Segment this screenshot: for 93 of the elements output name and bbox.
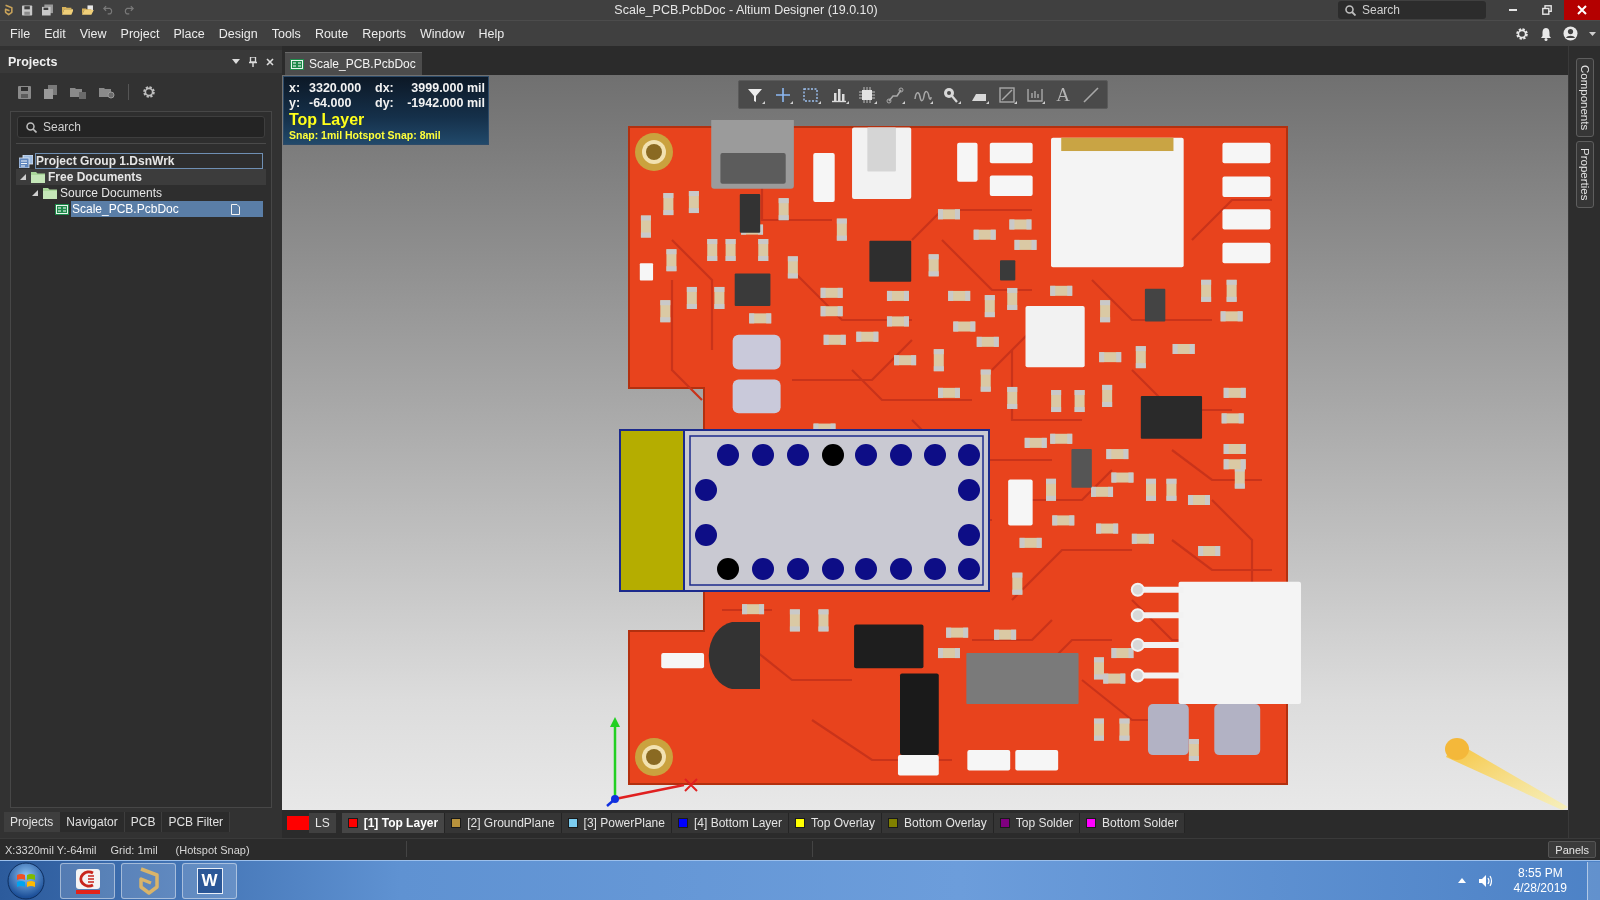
panel-tab[interactable]: PCB	[124, 812, 163, 832]
window-title: Scale_PCB.PcbDoc - Altium Designer (19.0.10)	[613, 3, 878, 17]
layer-tab[interactable]: [2] GroundPlane	[445, 813, 562, 833]
delta-value: dx: 3999.000 mil	[374, 81, 485, 96]
tree-item[interactable]: Project Group 1.DsnWrk	[35, 153, 263, 169]
layer-tab[interactable]: [3] PowerPlane	[561, 813, 672, 833]
tree-item[interactable]: Scale_PCB.PcbDoc	[71, 201, 263, 217]
menu-item[interactable]: Place	[166, 26, 212, 41]
app-emblem-icon	[73, 866, 102, 895]
close-icon	[1577, 5, 1587, 15]
panels-button[interactable]: Panels	[1548, 841, 1596, 858]
close-button[interactable]	[1564, 0, 1600, 20]
dropdown-caret-icon[interactable]	[232, 59, 240, 64]
menu-item[interactable]: Project	[113, 26, 167, 41]
document-icon	[231, 203, 240, 215]
side-panel-tab[interactable]: Components	[1575, 58, 1594, 138]
status-text: Grid: 1mil	[110, 843, 158, 856]
diagonal-box-icon[interactable]	[997, 84, 1017, 105]
caret-icon[interactable]	[1589, 31, 1596, 36]
project-group-icon	[19, 154, 33, 168]
layer-tab[interactable]: Bottom Overlay	[882, 813, 994, 833]
open-project-icon[interactable]	[82, 3, 95, 17]
expander-icon[interactable]	[19, 173, 27, 181]
app-logo-icon[interactable]	[4, 3, 14, 17]
menu-item[interactable]: Route	[307, 26, 356, 41]
taskbar-app-button[interactable]: W	[182, 862, 237, 899]
search-field[interactable]: Search	[1338, 1, 1486, 19]
menu-item[interactable]: Edit	[37, 26, 73, 41]
coordinate-value: x: 3320.000	[289, 81, 363, 96]
menu-item[interactable]: Help	[471, 26, 512, 41]
line-icon[interactable]	[1081, 84, 1101, 105]
pcb-document-icon	[290, 58, 304, 70]
panel-tab[interactable]: Projects	[4, 812, 61, 832]
search-field[interactable]: Search	[17, 116, 265, 138]
redo-icon[interactable]	[123, 4, 134, 16]
folder-icon[interactable]	[70, 85, 86, 99]
menu-item[interactable]: File	[3, 26, 38, 41]
pcb-document-icon	[55, 203, 69, 215]
menu-item[interactable]: Tools	[264, 26, 308, 41]
save-all-icon[interactable]	[41, 3, 53, 17]
current-layer-label: Top Layer	[289, 111, 366, 129]
minimize-icon	[1509, 9, 1517, 11]
color-swatch-icon[interactable]	[287, 816, 309, 830]
close-icon[interactable]	[266, 57, 274, 66]
menu-item[interactable]: Design	[211, 26, 265, 41]
route-icon[interactable]	[885, 84, 905, 105]
folder-settings-icon[interactable]	[99, 85, 115, 99]
status-text: X:3320mil Y:-64mil	[5, 843, 97, 856]
folder-icon	[31, 171, 45, 183]
document-tab[interactable]: Scale_PCB.PcbDoc	[285, 52, 422, 75]
documents-icon[interactable]	[44, 85, 57, 99]
folder-icon	[43, 187, 57, 199]
taskbar-app-button[interactable]	[121, 862, 176, 899]
panel-title: Projects	[8, 54, 58, 69]
user-icon[interactable]	[1563, 26, 1578, 41]
layer-tab[interactable]: Bottom Solder	[1080, 813, 1186, 833]
snap-settings-text: Snap: 1mil Hotspot Snap: 8mil	[289, 129, 442, 142]
layer-tab[interactable]: Top Overlay	[789, 813, 883, 833]
menu-item[interactable]: Window	[413, 26, 472, 41]
tree-item[interactable]: Source Documents	[59, 185, 263, 201]
word-app-icon: W	[196, 867, 223, 894]
delta-value: dy: -1942.000 mil	[374, 96, 485, 111]
settings-icon[interactable]	[142, 85, 156, 99]
search-icon	[26, 121, 37, 133]
pcb-3d-viewport[interactable]: x: 3320.000 dx: 3999.000 mil y: -64.000 dy: -1942.000 mil Top Layer Snap: 1mil Hotspot Snap: 8mil A	[282, 75, 1568, 810]
layer-tab[interactable]: Top Solder	[993, 813, 1081, 833]
expander-icon[interactable]	[31, 189, 39, 197]
app-logo-icon	[136, 866, 161, 895]
speaker-icon[interactable]	[1477, 873, 1494, 888]
restore-icon	[1542, 5, 1552, 15]
menu-item[interactable]: View	[72, 26, 114, 41]
layer-tab[interactable]: [1] Top Layer	[341, 813, 446, 833]
pin-icon[interactable]	[249, 56, 257, 67]
undo-icon[interactable]	[103, 4, 115, 16]
taskbar-app-button[interactable]	[60, 862, 115, 899]
side-panel-tab[interactable]: Properties	[1575, 141, 1594, 208]
start-button[interactable]	[6, 861, 46, 900]
layer-set-button[interactable]: LS	[309, 813, 336, 833]
text-tool-button[interactable]: A	[1053, 84, 1073, 105]
panel-tab[interactable]: PCB Filter	[162, 812, 231, 832]
status-text: (Hotspot Snap)	[175, 843, 250, 856]
layer-tab[interactable]: [4] Bottom Layer	[671, 813, 789, 833]
clock-date[interactable]: 4/28/2019	[1513, 880, 1567, 896]
coordinate-value: y: -64.000	[289, 96, 353, 111]
show-hidden-icons-icon[interactable]	[1457, 878, 1466, 883]
search-icon	[1345, 4, 1356, 16]
save-icon[interactable]	[18, 85, 31, 99]
chip-icon[interactable]	[857, 84, 877, 105]
clock-time[interactable]: 8:55 PM	[1517, 865, 1563, 881]
bell-icon[interactable]	[1540, 26, 1552, 41]
panel-tab[interactable]: Navigator	[60, 812, 125, 832]
save-icon[interactable]	[22, 3, 33, 17]
menu-item[interactable]: Reports	[355, 26, 413, 41]
